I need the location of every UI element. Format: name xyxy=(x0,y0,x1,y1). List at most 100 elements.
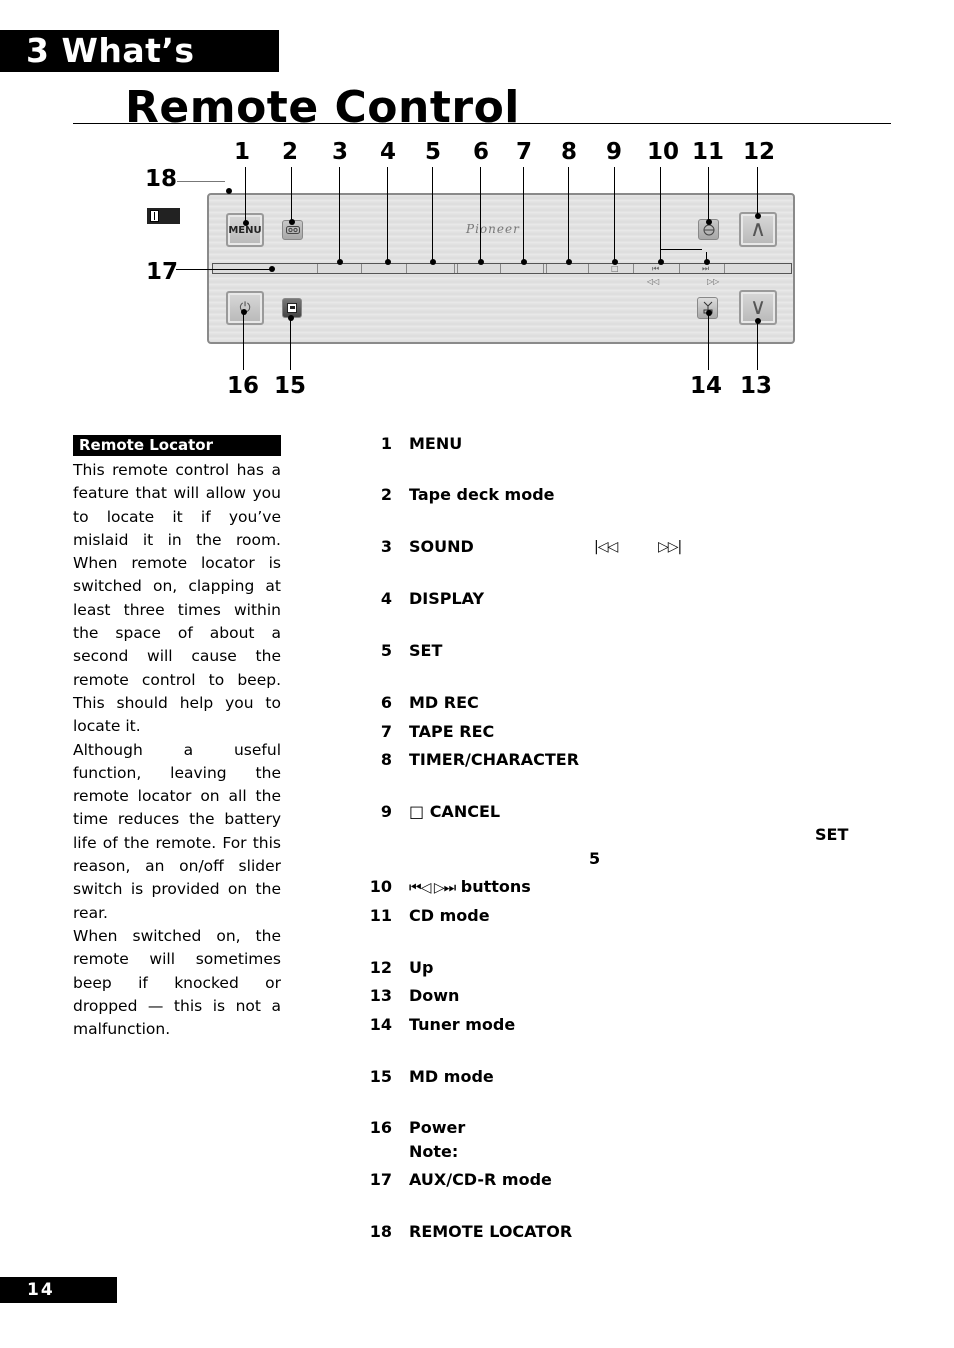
callout-17: 17 xyxy=(145,259,178,285)
list-item: 11 CD mode xyxy=(360,906,490,926)
leader-dot xyxy=(384,259,391,265)
leader-line xyxy=(523,167,525,262)
strip-divider xyxy=(588,264,589,273)
item-number: 18 xyxy=(369,1222,392,1241)
leader-line xyxy=(245,167,247,223)
fast-forward-icon: ▷▷ xyxy=(707,277,720,286)
callout-4: 4 xyxy=(379,139,396,165)
callout-15: 15 xyxy=(273,373,306,399)
list-item: 17 AUX/CD-R mode xyxy=(360,1170,552,1190)
leader-dot xyxy=(565,259,572,265)
page-title: Remote Control xyxy=(125,82,520,133)
callout-7: 7 xyxy=(515,139,532,165)
callout-10: 10 xyxy=(646,139,679,165)
section-tab: 3 What’s What xyxy=(0,30,279,112)
item-number: 4 xyxy=(380,589,392,608)
item-label: SOUND xyxy=(409,537,474,556)
item-label: REMOTE LOCATOR xyxy=(409,1222,573,1241)
leader-dot xyxy=(705,310,712,316)
strip-divider xyxy=(679,264,680,273)
strip-divider xyxy=(724,264,725,273)
item-number: 7 xyxy=(380,722,392,741)
leader-dot xyxy=(269,266,275,272)
pioneer-logo: Pioneer xyxy=(466,222,520,236)
list-item: 16 Power xyxy=(360,1118,466,1138)
item-number: 9 xyxy=(380,802,392,821)
callout-3: 3 xyxy=(331,139,348,165)
leader-dot xyxy=(242,220,249,226)
leader-dot xyxy=(226,188,232,194)
list-item: 8 TIMER/CHARACTER xyxy=(360,750,579,770)
list-item: 2 Tape deck mode xyxy=(360,485,555,505)
item-number: 10 xyxy=(369,877,392,896)
item-label: MD mode xyxy=(409,1067,494,1086)
strip-divider xyxy=(500,264,501,273)
item-number: 5 xyxy=(380,641,392,660)
item-label: Power xyxy=(409,1118,466,1137)
up-arrow-icon: ∧ xyxy=(749,217,767,242)
down-arrow-icon: ∨ xyxy=(749,295,767,320)
leader-dot xyxy=(611,259,618,265)
sidebar-paragraph: When switched on, the remote will someti… xyxy=(73,926,281,1039)
item-label: MD REC xyxy=(409,693,479,712)
item-number: 15 xyxy=(369,1067,392,1086)
leader-line xyxy=(339,167,341,262)
leader-dot xyxy=(520,259,527,265)
item-label: DISPLAY xyxy=(409,589,485,608)
callout-11: 11 xyxy=(691,139,724,165)
sidebar-paragraph: Although a useful function, leaving the … xyxy=(73,740,281,922)
strip-divider xyxy=(406,264,407,273)
stop-icon: □ xyxy=(611,264,619,273)
skip-icons: ⏮◁ ▷⏭ xyxy=(409,880,456,896)
power-button[interactable]: ⏻ xyxy=(226,291,264,325)
leader-line xyxy=(387,167,389,262)
leader-dot xyxy=(705,219,712,225)
strip-divider xyxy=(317,264,318,273)
leader-line xyxy=(708,167,710,222)
callout-1: 1 xyxy=(233,139,250,165)
list-item: 18 REMOTE LOCATOR xyxy=(360,1222,572,1242)
sidebar-paragraph: This remote control has a feature that w… xyxy=(73,461,281,736)
strip-divider xyxy=(361,264,362,273)
item-number: 11 xyxy=(369,906,392,925)
leader-dot xyxy=(477,259,484,265)
item-number: 8 xyxy=(380,750,392,769)
item-label: Up xyxy=(409,958,434,977)
item-label: AUX/CD-R mode xyxy=(409,1170,552,1189)
item-label: □ CANCEL xyxy=(409,802,501,821)
leader-dot xyxy=(703,259,710,265)
item-label: SET xyxy=(409,641,443,660)
item-reference: 5 xyxy=(589,849,601,868)
item-label: TIMER/CHARACTER xyxy=(409,750,580,769)
item-number: 12 xyxy=(369,958,392,977)
leader-dot xyxy=(240,309,247,315)
item-number: 3 xyxy=(380,537,392,556)
next-track-icon: ⏭ xyxy=(702,264,710,273)
leader-line xyxy=(614,167,616,262)
item-number: 13 xyxy=(369,986,392,1005)
item-label: MENU xyxy=(409,434,463,453)
leader-line xyxy=(290,318,292,370)
remote-locator-switch-icon xyxy=(147,208,180,224)
title-rule xyxy=(73,123,891,124)
strip-divider xyxy=(546,264,547,273)
item-number: 2 xyxy=(380,485,392,504)
list-item: 3 SOUND xyxy=(360,537,474,557)
minidisc-icon xyxy=(287,303,297,313)
callout-14: 14 xyxy=(689,373,722,399)
page-number: 14 xyxy=(0,1277,117,1303)
leader-line xyxy=(176,269,272,271)
item-number: 14 xyxy=(369,1015,392,1034)
callout-13: 13 xyxy=(739,373,772,399)
leader-dot xyxy=(288,219,295,225)
callout-8: 8 xyxy=(560,139,577,165)
cd-icon xyxy=(703,224,714,235)
leader-line xyxy=(708,313,710,370)
rewind-icon: ◁◁ xyxy=(647,277,660,286)
leader-line xyxy=(243,312,245,370)
prev-track-icon: |◁◁ xyxy=(594,539,618,555)
callout-18: 18 xyxy=(144,166,177,192)
leader-dot xyxy=(429,259,436,265)
callout-5: 5 xyxy=(424,139,441,165)
list-item: 4 DISPLAY xyxy=(360,589,484,609)
